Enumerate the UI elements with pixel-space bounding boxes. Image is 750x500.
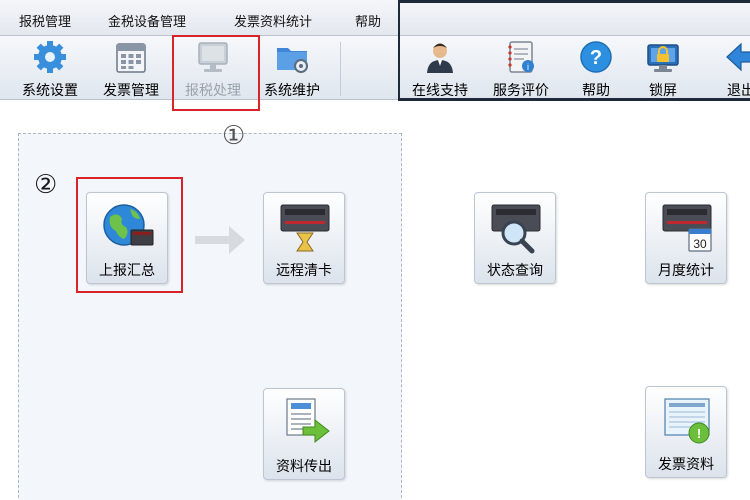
status-query-label: 状态查询 [487,263,543,279]
menu-tax-management[interactable]: 报税管理 [19,11,71,30]
invoice-management-button[interactable]: 发票管理 [90,36,172,100]
flow-arrow-icon [195,226,245,254]
step-1-marker: ① [222,121,246,151]
step-2-marker: ② [34,170,58,200]
invoice-data-tile[interactable]: ! 发票资料 [645,386,727,478]
card-reader-hourglass-icon [280,204,330,252]
data-transfer-out-tile[interactable]: 资料传出 [263,388,345,480]
help-icon: ? [580,41,612,73]
upload-summary-tile[interactable]: 上报汇总 [86,192,168,284]
window-frame-divider [398,0,400,100]
document-export-icon [286,398,330,444]
notebook-icon: i [508,41,534,73]
card-reader-search-icon [491,204,541,254]
card-reader-calendar-icon: 30 [662,204,712,252]
menu-invoice-statistics[interactable]: 发票资料统计 [234,11,312,30]
monthly-statistics-tile[interactable]: 30 月度统计 [645,192,727,284]
system-settings-button[interactable]: 系统设置 [9,36,91,100]
system-settings-label: 系统设置 [22,83,78,99]
gear-icon [34,41,66,73]
online-support-label: 在线支持 [412,83,468,99]
remote-clear-card-tile[interactable]: 远程清卡 [263,192,345,284]
data-transfer-out-label: 资料传出 [276,459,332,475]
exit-label: 退出 [727,83,750,99]
service-rating-button[interactable]: i 服务评价 [480,36,562,100]
service-rating-label: 服务评价 [493,83,549,99]
exit-arrow-icon [726,42,750,72]
invoice-data-label: 发票资料 [658,457,714,473]
system-maintenance-button[interactable]: 系统维护 [251,36,333,100]
exit-button[interactable]: 退出 [700,36,750,100]
svg-text:?: ? [590,47,602,69]
calendar-icon [116,43,146,73]
invoice-document-icon: ! [664,398,710,444]
lock-screen-label: 锁屏 [649,83,677,99]
monthly-statistics-label: 月度统计 [658,263,714,279]
menu-help[interactable]: 帮助 [355,11,381,30]
toolbar-separator [340,42,341,96]
globe-icon [103,204,154,246]
invoice-management-label: 发票管理 [103,83,159,99]
window-frame-top [398,0,750,3]
lock-screen-button[interactable]: 锁屏 [622,36,704,100]
menu-tax-device-management[interactable]: 金税设备管理 [108,11,186,30]
toolbar: 系统设置 发票管理 报税处理 系统维护 在线支持 i 服务评价 ? 帮助 锁屏 … [0,36,750,100]
upload-summary-label: 上报汇总 [99,263,155,279]
folder-gear-icon [277,48,308,73]
highlight-tax-processing [172,35,260,111]
remote-clear-card-label: 远程清卡 [276,263,332,279]
system-maintenance-label: 系统维护 [264,83,320,99]
lock-screen-icon [647,44,679,72]
user-icon [427,43,453,73]
menu-bar: 报税管理 金税设备管理 发票资料统计 帮助 [0,0,750,36]
window-frame-bottom [398,98,750,101]
svg-text:i: i [527,62,529,72]
calendar-day-text: 30 [693,237,707,251]
svg-text:!: ! [697,426,701,441]
online-support-button[interactable]: 在线支持 [399,36,481,100]
status-query-tile[interactable]: 状态查询 [474,192,556,284]
